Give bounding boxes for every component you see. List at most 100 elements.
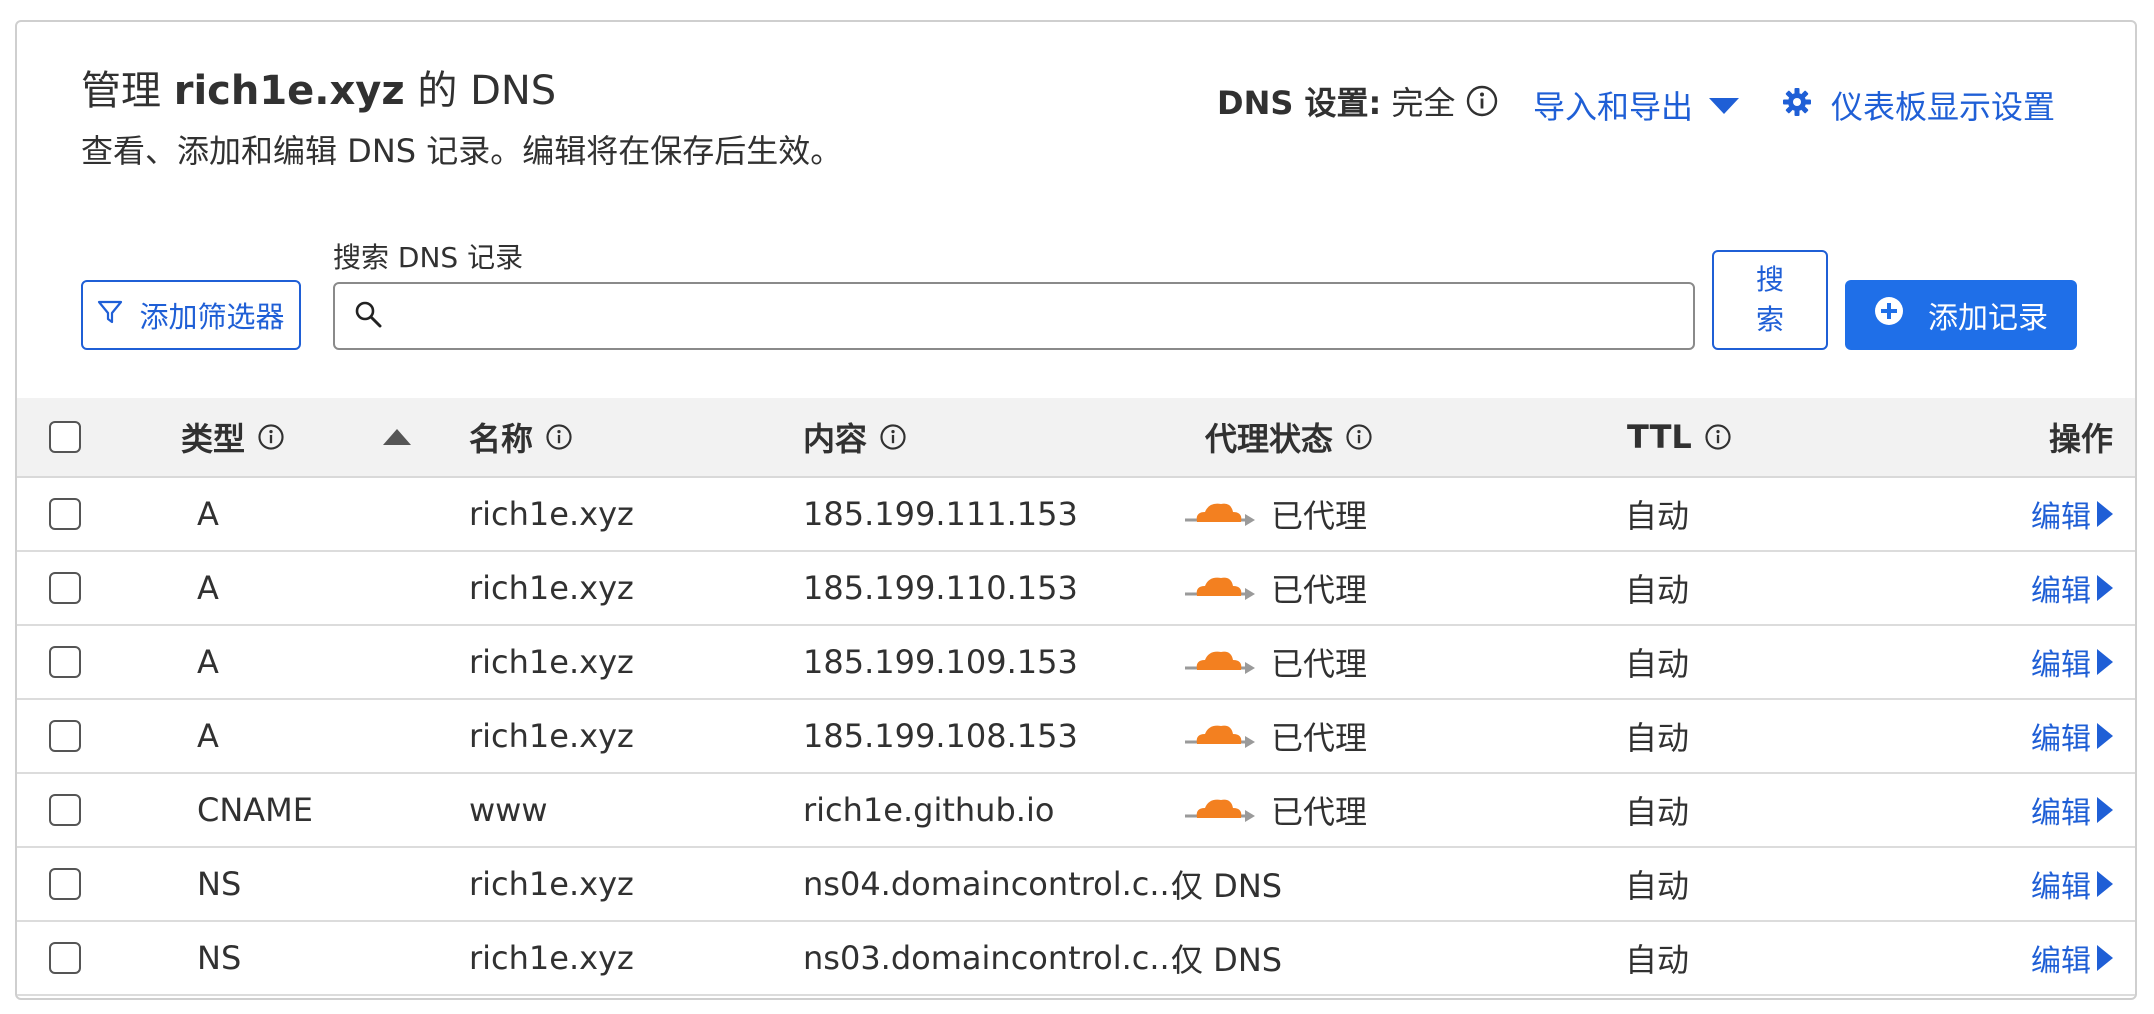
- proxy-status-label: 已代理: [1271, 571, 1368, 609]
- column-actions-label: 操作: [2048, 420, 2113, 458]
- search-input[interactable]: [395, 284, 1693, 348]
- edit-label: 编辑: [2031, 722, 2091, 757]
- caret-right-icon: [2097, 575, 2113, 601]
- edit-button[interactable]: 编辑: [2031, 936, 2113, 980]
- column-ttl-label: TTL: [1627, 418, 1692, 456]
- proxy-status-label: 仅 DNS: [1171, 941, 1283, 979]
- column-name-label: 名称: [469, 420, 534, 458]
- dashboard-settings-label: 仪表板显示设置: [1831, 88, 2056, 126]
- info-icon[interactable]: [1704, 423, 1732, 451]
- row-checkbox[interactable]: [49, 942, 81, 974]
- caret-down-icon: [1709, 86, 1740, 124]
- column-proxy: 代理状态: [1205, 398, 1373, 476]
- table-row: CNAME www rich1e.github.io 已代理 自动 编辑: [17, 774, 2135, 848]
- info-icon[interactable]: [879, 423, 907, 451]
- edit-button[interactable]: 编辑: [2031, 492, 2113, 536]
- record-name: rich1e.xyz: [469, 643, 634, 681]
- record-content: rich1e.github.io: [803, 791, 1055, 829]
- record-proxy-status: 已代理: [1183, 626, 1367, 698]
- caret-right-icon: [2097, 501, 2113, 527]
- record-content: 185.199.111.153: [803, 495, 1078, 533]
- record-proxy-status: 已代理: [1183, 552, 1367, 624]
- dns-records-table: 类型 名称 内容 代理状态 TTL 操作 A rich1e.xyz 185.19…: [17, 398, 2135, 996]
- table-row: Arich1e.xyz 185.199.110.153 已代理 自动 编辑: [17, 552, 2135, 626]
- dashboard-settings-link[interactable]: 仪表板显示设置: [1783, 82, 2055, 128]
- record-content: ns04.domaincontrol.c...: [803, 865, 1180, 903]
- row-checkbox[interactable]: [49, 572, 81, 604]
- edit-button[interactable]: 编辑: [2031, 640, 2113, 684]
- column-content-label: 内容: [803, 420, 868, 458]
- proxy-status-label: 仅 DNS: [1171, 867, 1283, 905]
- record-content: 185.199.109.153: [803, 643, 1078, 681]
- edit-label: 编辑: [2031, 870, 2091, 905]
- proxied-cloud-icon: [1183, 720, 1255, 752]
- column-actions: 操作: [2049, 398, 2113, 476]
- row-checkbox[interactable]: [49, 868, 81, 900]
- record-ttl: 自动: [1625, 941, 1690, 979]
- gear-icon: [1783, 86, 1811, 124]
- record-type: A: [197, 495, 219, 533]
- edit-button[interactable]: 编辑: [2031, 714, 2113, 758]
- info-icon[interactable]: [257, 423, 285, 451]
- row-checkbox[interactable]: [49, 646, 81, 678]
- record-type: A: [197, 717, 219, 755]
- filter-icon: [97, 298, 123, 332]
- info-icon[interactable]: [545, 423, 573, 451]
- edit-label: 编辑: [2031, 574, 2091, 609]
- record-ttl: 自动: [1625, 719, 1690, 757]
- column-type: 类型: [181, 398, 285, 476]
- table-body: Arich1e.xyz 185.199.111.153 已代理 自动 编辑 Arich1e…: [17, 478, 2135, 996]
- edit-button[interactable]: 编辑: [2031, 862, 2113, 906]
- add-filter-button[interactable]: 添加筛选器: [81, 280, 301, 350]
- record-ttl: 自动: [1625, 867, 1690, 905]
- record-name: rich1e.xyz: [469, 569, 634, 607]
- record-name: rich1e.xyz: [469, 865, 634, 903]
- record-proxy-status: 已代理: [1183, 774, 1367, 846]
- edit-button[interactable]: 编辑: [2031, 566, 2113, 610]
- add-record-button[interactable]: 添加记录: [1845, 280, 2077, 350]
- caret-right-icon: [2097, 945, 2113, 971]
- sort-up-icon[interactable]: [383, 398, 411, 476]
- info-icon[interactable]: [1465, 84, 1499, 118]
- row-checkbox[interactable]: [49, 794, 81, 826]
- column-ttl: TTL: [1627, 398, 1732, 476]
- record-name: www: [469, 791, 548, 829]
- dns-records-panel: 管理 rich1e.xyz 的 DNS 查看、添加和编辑 DNS 记录。编辑将在…: [15, 20, 2137, 1000]
- dns-setting: DNS 设置: 完全: [1217, 78, 1499, 124]
- edit-label: 编辑: [2031, 500, 2091, 535]
- search-label: 搜索 DNS 记录: [333, 241, 524, 274]
- row-checkbox[interactable]: [49, 720, 81, 752]
- proxied-cloud-icon: [1183, 646, 1255, 678]
- caret-right-icon: [2097, 871, 2113, 897]
- search-field[interactable]: [333, 282, 1695, 350]
- record-proxy-status: 仅 DNS: [1171, 922, 1282, 994]
- proxied-cloud-icon: [1183, 794, 1255, 826]
- record-content: 185.199.110.153: [803, 569, 1078, 607]
- column-type-label: 类型: [181, 420, 246, 458]
- caret-right-icon: [2097, 723, 2113, 749]
- proxy-status-label: 已代理: [1271, 793, 1368, 831]
- record-content: 185.199.108.153: [803, 717, 1078, 755]
- table-row: NS rich1e.xyz ns04.domaincontrol.c... 仅 DNS…: [17, 848, 2135, 922]
- record-ttl: 自动: [1625, 497, 1690, 535]
- record-type: NS: [197, 939, 242, 977]
- import-export-label: 导入和导出: [1533, 88, 1694, 126]
- record-name: rich1e.xyz: [469, 495, 634, 533]
- record-proxy-status: 已代理: [1183, 700, 1367, 772]
- search-button[interactable]: 搜索: [1712, 250, 1828, 350]
- proxy-status-label: 已代理: [1271, 645, 1368, 683]
- select-all-checkbox[interactable]: [49, 421, 81, 453]
- record-name: rich1e.xyz: [469, 717, 634, 755]
- record-ttl: 自动: [1625, 645, 1690, 683]
- plus-circle-icon: [1874, 296, 1904, 334]
- page-subtitle: 查看、添加和编辑 DNS 记录。编辑将在保存后生效。: [81, 132, 843, 170]
- search-icon: [353, 299, 383, 334]
- title-suffix: 的 DNS: [417, 68, 557, 114]
- title-domain: rich1e.xyz: [173, 68, 405, 114]
- add-record-label: 添加记录: [1928, 301, 2048, 336]
- row-checkbox[interactable]: [49, 498, 81, 530]
- import-export-dropdown[interactable]: 导入和导出: [1533, 82, 1740, 128]
- title-prefix: 管理: [81, 68, 161, 114]
- info-icon[interactable]: [1345, 423, 1373, 451]
- edit-button[interactable]: 编辑: [2031, 788, 2113, 832]
